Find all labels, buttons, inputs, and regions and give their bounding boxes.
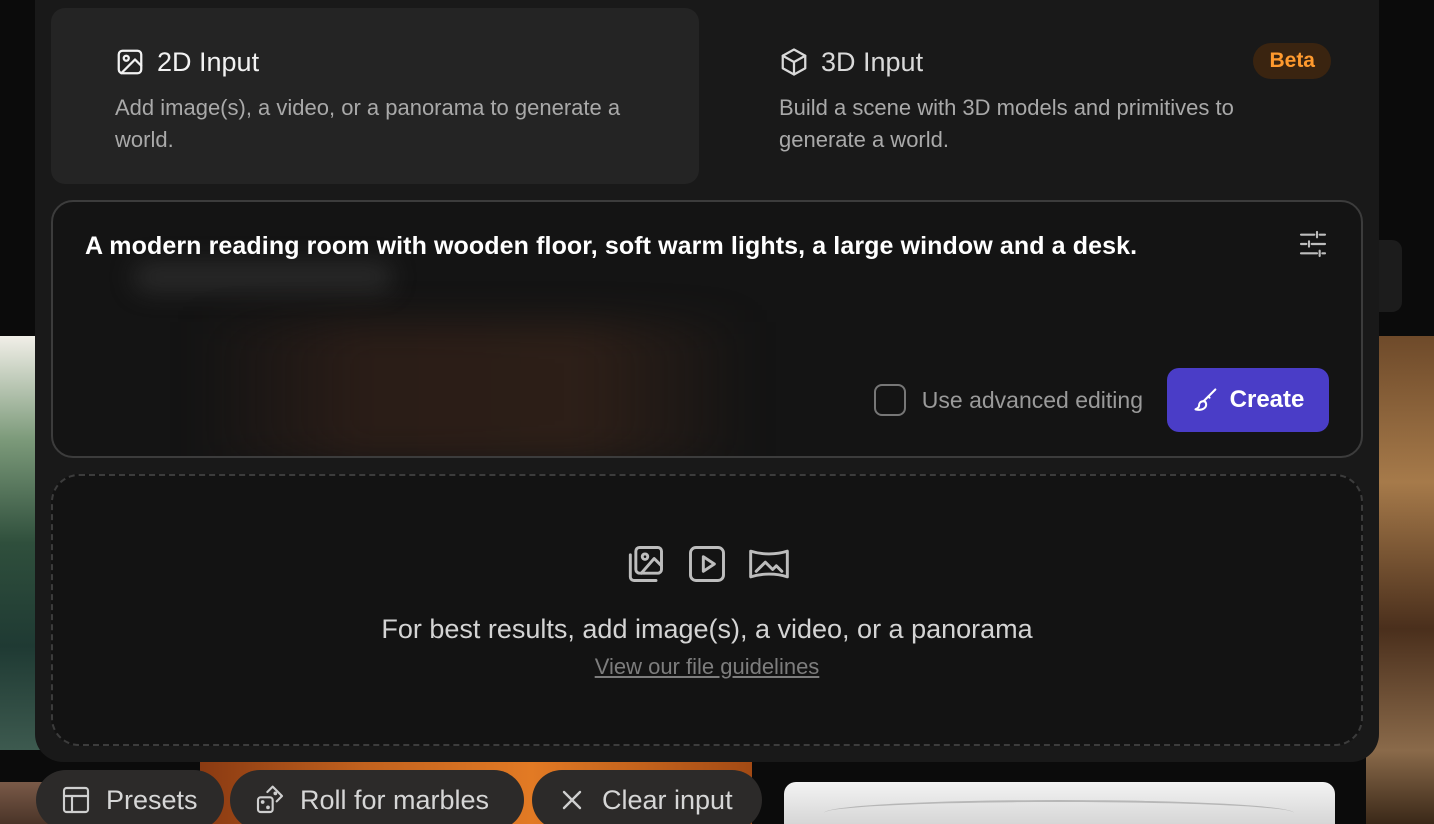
file-drop-zone[interactable]: For best results, add image(s), a video,… xyxy=(51,474,1363,746)
brush-icon xyxy=(1194,388,1217,411)
image-icon xyxy=(117,49,143,75)
sliders-icon[interactable] xyxy=(1297,228,1329,260)
mode-3d-title: 3D Input xyxy=(821,46,924,77)
mode-2d-title-row: 2D Input xyxy=(115,46,699,77)
create-world-panel: 2D Input Add image(s), a video, or a pan… xyxy=(35,0,1379,762)
advanced-editing-row[interactable]: Use advanced editing xyxy=(873,384,1143,416)
clear-label: Clear input xyxy=(602,784,733,815)
background-thumbnail-left xyxy=(0,336,40,750)
video-icon xyxy=(689,546,725,582)
upload-message: For best results, add image(s), a video,… xyxy=(381,614,1033,644)
create-button-label: Create xyxy=(1229,386,1305,413)
mode-2d-title: 2D Input xyxy=(157,46,260,77)
close-icon xyxy=(562,790,582,810)
mode-2d-input[interactable]: 2D Input Add image(s), a video, or a pan… xyxy=(51,8,699,184)
panorama-icon xyxy=(749,549,789,579)
prompt-background-blur-top xyxy=(133,262,393,292)
prompt-text[interactable]: A modern reading room with wooden floor,… xyxy=(85,232,1285,261)
mode-2d-description: Add image(s), a video, or a panorama to … xyxy=(115,95,621,152)
roll-label: Roll for marbles xyxy=(300,784,490,815)
advanced-editing-label[interactable]: Use advanced editing xyxy=(922,387,1143,414)
clear-input-button[interactable]: Clear input xyxy=(532,770,762,824)
roll-for-marbles-button[interactable]: Roll for marbles xyxy=(230,770,524,824)
upload-type-icons xyxy=(53,542,1361,586)
mode-3d-description: Build a scene with 3D models and primiti… xyxy=(779,95,1234,152)
prompt-background-blur xyxy=(193,322,753,456)
mode-3d-input[interactable]: 3D Input Build a scene with 3D models an… xyxy=(715,8,1363,184)
create-button[interactable]: Create xyxy=(1167,368,1329,432)
presets-button[interactable]: Presets xyxy=(36,770,224,824)
background-thumbnail-white xyxy=(784,782,1335,824)
beta-badge: Beta xyxy=(1253,43,1331,79)
presets-label: Presets xyxy=(106,784,198,815)
layout-icon xyxy=(62,786,90,814)
file-guidelines-link[interactable]: View our file guidelines xyxy=(53,654,1361,680)
advanced-editing-checkbox[interactable] xyxy=(873,384,906,416)
cube-icon xyxy=(781,48,807,76)
dice-icon xyxy=(256,785,284,814)
image-upload-icon xyxy=(628,546,663,582)
prompt-input[interactable]: A modern reading room with wooden floor,… xyxy=(51,200,1363,458)
